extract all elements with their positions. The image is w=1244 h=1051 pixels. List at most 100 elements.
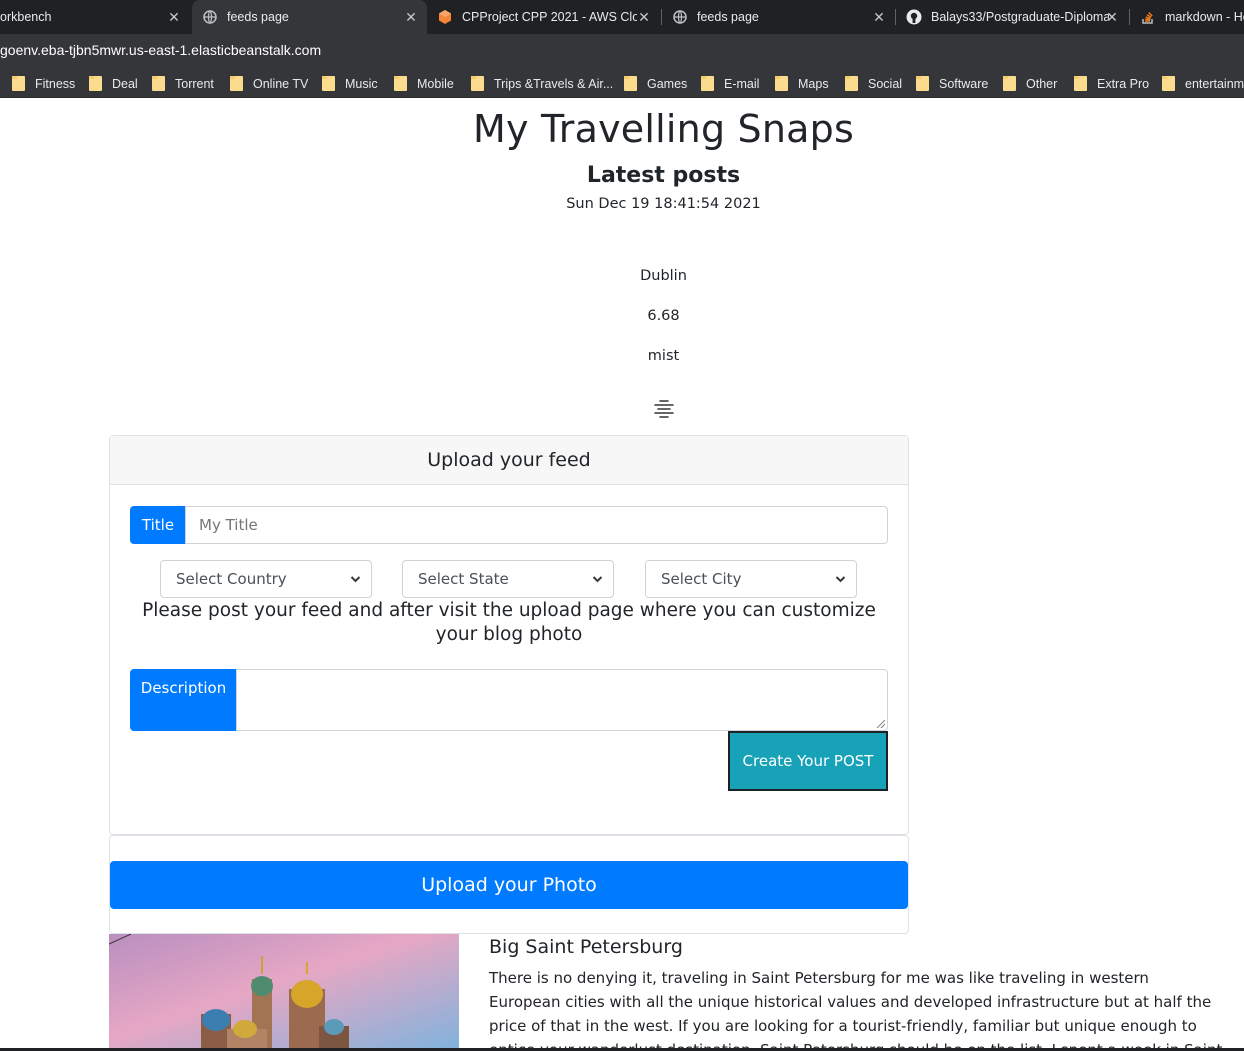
upload-feed-card: Upload your feed Title Select Country Se…: [109, 435, 909, 835]
upload-photo-button[interactable]: Upload your Photo: [110, 861, 908, 909]
bookmark-label: Online TV: [253, 76, 309, 91]
post-body: There is no denying it, traveling in Sai…: [489, 969, 1223, 1051]
bookmark-label: Social: [868, 76, 903, 91]
description-textarea[interactable]: [236, 669, 888, 731]
weather-temperature: 6.68: [647, 308, 680, 324]
state-select-value: Select State: [418, 570, 509, 588]
bookmark-folder[interactable]: Fitness: [12, 75, 75, 92]
upload-instructions: Please post your feed and after visit th…: [142, 600, 876, 645]
globe-icon: [202, 9, 218, 25]
bookmark-label: entertainm: [1185, 76, 1244, 91]
browser-tab[interactable]: Balays33/Postgraduate-Diploma ✕: [896, 0, 1128, 34]
bookmark-folder[interactable]: Maps: [775, 75, 829, 92]
folder-icon: [775, 76, 788, 91]
bookmark-label: Fitness: [35, 76, 76, 91]
bookmark-folder[interactable]: Torrent: [152, 75, 214, 92]
tab-title: feeds page: [697, 10, 759, 24]
browser-tab-bar: orkbench ✕ feeds page ✕ CPProject CPP 20…: [0, 0, 1244, 34]
bookmark-label: Trips &Travels & Air...: [494, 76, 614, 91]
bookmark-label: Music: [345, 76, 378, 91]
bookmark-folder[interactable]: Games: [624, 75, 687, 92]
post-image: [109, 934, 459, 1051]
browser-tab[interactable]: CPProject CPP 2021 - AWS Clou ✕: [427, 0, 660, 34]
globe-icon: [672, 9, 688, 25]
folder-icon: [471, 76, 484, 91]
country-select[interactable]: Select Country: [160, 560, 372, 598]
title-label: Title: [130, 506, 186, 544]
page-content: My Travelling Snaps Latest posts Sun Dec…: [0, 99, 1244, 1051]
title-input[interactable]: [185, 506, 888, 544]
bookmark-folder[interactable]: Trips &Travels & Air...: [471, 75, 613, 92]
browser-tab[interactable]: markdown - Ho: [1130, 0, 1244, 34]
bookmark-label: Extra Pro: [1097, 76, 1150, 91]
upload-photo-card: Upload your Photo: [109, 835, 909, 934]
folder-icon: [152, 76, 165, 91]
bookmark-label: E-mail: [724, 76, 760, 91]
bookmark-folder[interactable]: Mobile: [394, 75, 454, 92]
aws-icon: [437, 9, 453, 25]
folder-icon: [701, 76, 714, 91]
current-datetime: Sun Dec 19 18:41:54 2021: [566, 196, 761, 212]
bookmark-folder[interactable]: entertainm: [1162, 75, 1244, 92]
folder-icon: [1162, 76, 1175, 91]
folder-icon: [394, 76, 407, 91]
bookmark-folder[interactable]: Extra Pro: [1074, 75, 1149, 92]
bookmark-folder[interactable]: E-mail: [701, 75, 759, 92]
folder-icon: [624, 76, 637, 91]
section-title: Latest posts: [586, 163, 741, 188]
bookmark-folder[interactable]: Online TV: [230, 75, 308, 92]
mist-icon: [650, 399, 678, 419]
folder-icon: [230, 76, 243, 91]
folder-icon: [12, 76, 25, 91]
bookmark-label: Software: [939, 76, 989, 91]
tab-title: Balays33/Postgraduate-Diploma: [931, 10, 1109, 24]
tab-close-icon[interactable]: ✕: [1104, 9, 1120, 25]
bookmark-folder[interactable]: Social: [845, 75, 902, 92]
stackoverflow-icon: [1140, 9, 1156, 25]
url-text[interactable]: goenv.eba-tjbn5mwr.us-east-1.elasticbean…: [0, 42, 321, 58]
bookmarks-bar: Fitness Deal Torrent Online TV Music Mob…: [0, 68, 1244, 98]
browser-tab[interactable]: orkbench ✕: [0, 0, 190, 34]
bookmark-label: Mobile: [417, 76, 454, 91]
tab-close-icon[interactable]: ✕: [636, 9, 652, 25]
bookmark-label: Deal: [112, 76, 138, 91]
upload-feed-header: Upload your feed: [110, 436, 908, 485]
tab-title: markdown - Ho: [1165, 10, 1244, 24]
description-label: Description: [130, 669, 237, 731]
tab-title: CPProject CPP 2021 - AWS Clou: [462, 10, 637, 24]
tab-close-icon[interactable]: ✕: [166, 9, 182, 25]
bookmark-folder[interactable]: Deal: [89, 75, 138, 92]
resize-handle-icon[interactable]: [877, 720, 885, 728]
city-select-value: Select City: [661, 570, 742, 588]
folder-icon: [1074, 76, 1087, 91]
bookmark-label: Other: [1026, 76, 1058, 91]
address-bar[interactable]: goenv.eba-tjbn5mwr.us-east-1.elasticbean…: [0, 34, 1244, 68]
bookmark-folder[interactable]: Music: [322, 75, 378, 92]
browser-tab[interactable]: feeds page ✕: [662, 0, 895, 34]
folder-icon: [916, 76, 929, 91]
tab-close-icon[interactable]: ✕: [871, 9, 887, 25]
state-select[interactable]: Select State: [402, 560, 614, 598]
country-select-value: Select Country: [176, 570, 287, 588]
browser-tab-active[interactable]: feeds page ✕: [192, 0, 427, 34]
description-input-group: Description: [130, 669, 888, 731]
tab-title: orkbench: [0, 10, 52, 24]
title-input-group: Title: [130, 506, 888, 544]
bookmark-label: Maps: [798, 76, 829, 91]
city-select[interactable]: Select City: [645, 560, 857, 598]
weather-city: Dublin: [640, 268, 687, 284]
tab-title: feeds page: [227, 10, 289, 24]
folder-icon: [845, 76, 858, 91]
site-title: My Travelling Snaps: [473, 107, 854, 151]
create-post-button[interactable]: Create Your POST: [728, 731, 888, 791]
folder-icon: [322, 76, 335, 91]
folder-icon: [1003, 76, 1016, 91]
bookmark-label: Games: [647, 76, 688, 91]
tab-close-icon[interactable]: ✕: [403, 9, 419, 25]
bookmark-folder[interactable]: Other: [1003, 75, 1057, 92]
bookmark-label: Torrent: [175, 76, 214, 91]
post-title: Big Saint Petersburg: [489, 936, 683, 958]
github-icon: [906, 9, 922, 25]
folder-icon: [89, 76, 102, 91]
bookmark-folder[interactable]: Software: [916, 75, 988, 92]
